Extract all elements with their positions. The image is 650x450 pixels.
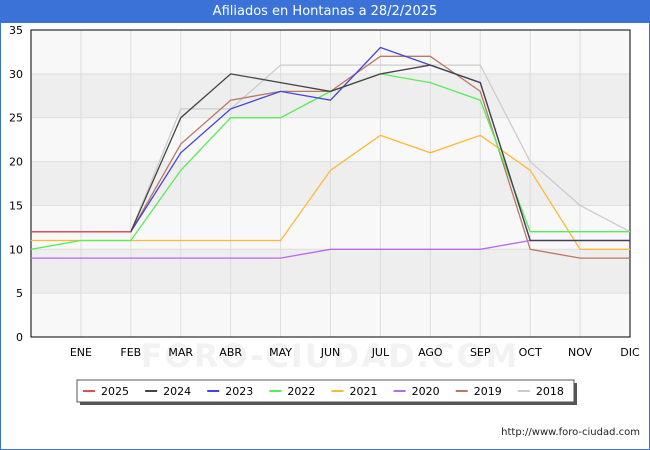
y-tick-label: 15	[9, 199, 23, 212]
x-tick-label: SEP	[470, 346, 491, 359]
line-chart: FORO-CIUDAD.COM 05101520253035ENE FEB MAR A…	[9, 24, 640, 405]
x-tick-label: AGO	[418, 346, 443, 359]
y-tick-label: 35	[9, 24, 23, 37]
legend-label-2022: 2022	[287, 385, 315, 398]
x-tick-label: MAY	[269, 346, 292, 359]
footer-url: http://www.foro-ciudad.com	[501, 427, 640, 438]
legend-label-2023: 2023	[225, 385, 253, 398]
x-tick-label: JUN	[320, 346, 341, 359]
legend-label-2021: 2021	[350, 385, 378, 398]
legend-label-2024: 2024	[163, 385, 191, 398]
y-tick-label: 10	[9, 243, 23, 256]
x-tick-label: DIC	[620, 346, 640, 359]
x-tick-label: MAR	[168, 346, 193, 359]
grid-lines	[30, 29, 631, 338]
legend-label-2019: 2019	[474, 385, 502, 398]
x-tick-label: OCT	[519, 346, 542, 359]
y-tick-label: 0	[16, 331, 23, 344]
x-tick-label: ENE	[70, 346, 92, 359]
legend-label-2025: 2025	[101, 385, 129, 398]
x-tick-label: FEB	[120, 346, 141, 359]
y-tick-label: 5	[16, 287, 23, 300]
legend-label-2020: 2020	[412, 385, 440, 398]
y-tick-label: 25	[9, 112, 23, 125]
y-tick-label: 20	[9, 156, 23, 169]
x-tick-label: NOV	[568, 346, 593, 359]
x-tick-label: JUL	[371, 346, 390, 359]
x-tick-label: ABR	[219, 346, 242, 359]
legend: 2025 2024 2023 2022 2021 2020 2019 2018	[76, 379, 577, 405]
y-tick-label: 30	[9, 68, 23, 81]
legend-label-2018: 2018	[536, 385, 564, 398]
